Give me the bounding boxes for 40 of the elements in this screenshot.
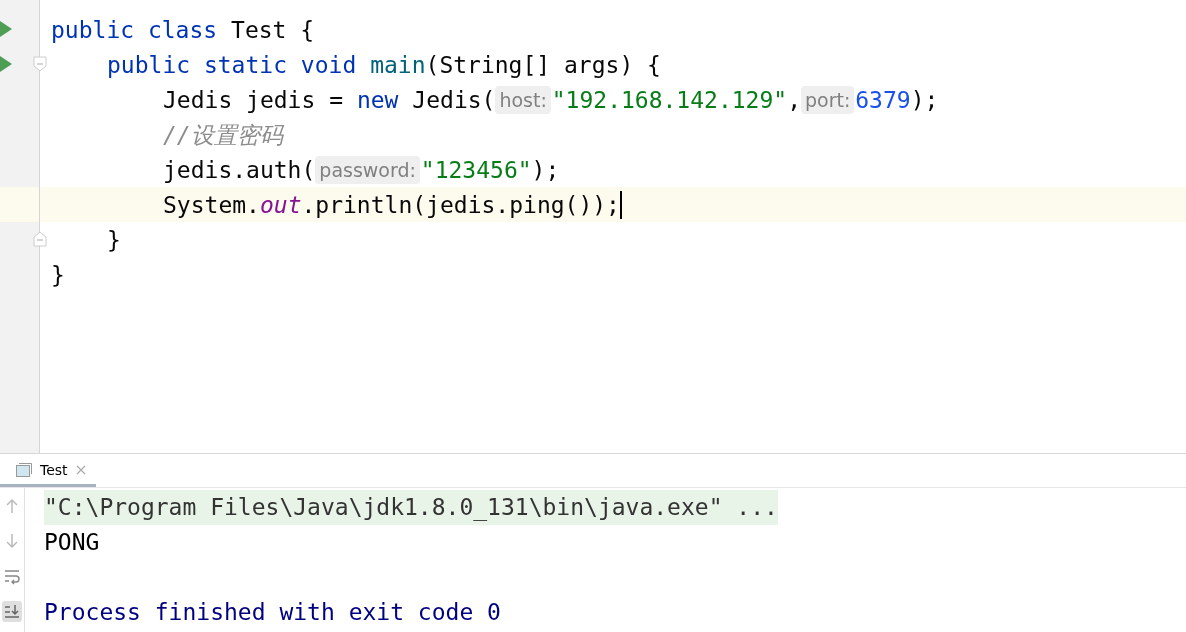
down-arrow-icon bbox=[4, 533, 20, 550]
parameter-hint: port: bbox=[801, 85, 855, 114]
code-text: ); bbox=[910, 85, 939, 114]
code-text: Test { bbox=[231, 15, 315, 44]
soft-wrap-icon bbox=[4, 568, 20, 585]
close-icon[interactable] bbox=[75, 464, 86, 475]
keyword: public static void bbox=[107, 50, 357, 79]
static-field: out bbox=[259, 190, 302, 219]
string-literal: "123456" bbox=[420, 155, 532, 184]
code-text: ); bbox=[531, 155, 560, 184]
code-text: , bbox=[787, 85, 801, 114]
parameter-hint: password: bbox=[315, 155, 420, 184]
console-output: PONG bbox=[44, 528, 100, 557]
code-text: jedis.auth( bbox=[163, 155, 316, 184]
keyword: public class bbox=[51, 15, 218, 44]
tab-label[interactable]: Test bbox=[40, 461, 68, 478]
text-caret bbox=[620, 190, 622, 219]
code-text: } bbox=[51, 260, 65, 289]
run-tab[interactable]: Test bbox=[0, 455, 96, 487]
number-literal: 6379 bbox=[855, 85, 911, 114]
code-text: Jedis jedis = bbox=[163, 85, 343, 114]
scroll-to-end-button[interactable] bbox=[2, 601, 22, 622]
method-name: main bbox=[370, 50, 426, 79]
up-arrow-icon bbox=[4, 498, 20, 515]
console-icon bbox=[16, 462, 32, 477]
fold-marker-icon[interactable] bbox=[33, 56, 47, 72]
code-text: .println(jedis.ping()); bbox=[301, 190, 620, 219]
code-text: Jedis( bbox=[412, 85, 496, 114]
run-icon[interactable] bbox=[0, 56, 12, 72]
keyword: new bbox=[356, 85, 399, 114]
scroll-to-end-icon bbox=[4, 603, 20, 620]
code-comment: //设置密码 bbox=[163, 120, 283, 149]
code-text: (String[] args) { bbox=[425, 50, 661, 79]
exit-message: Process finished with exit code 0 bbox=[44, 598, 501, 627]
parameter-hint: host: bbox=[495, 85, 551, 114]
run-icon[interactable] bbox=[0, 21, 12, 37]
code-text: } bbox=[107, 225, 121, 254]
code-text: System. bbox=[163, 190, 260, 219]
fold-marker-icon[interactable] bbox=[33, 231, 47, 247]
string-literal: "192.168.142.129" bbox=[551, 85, 788, 114]
